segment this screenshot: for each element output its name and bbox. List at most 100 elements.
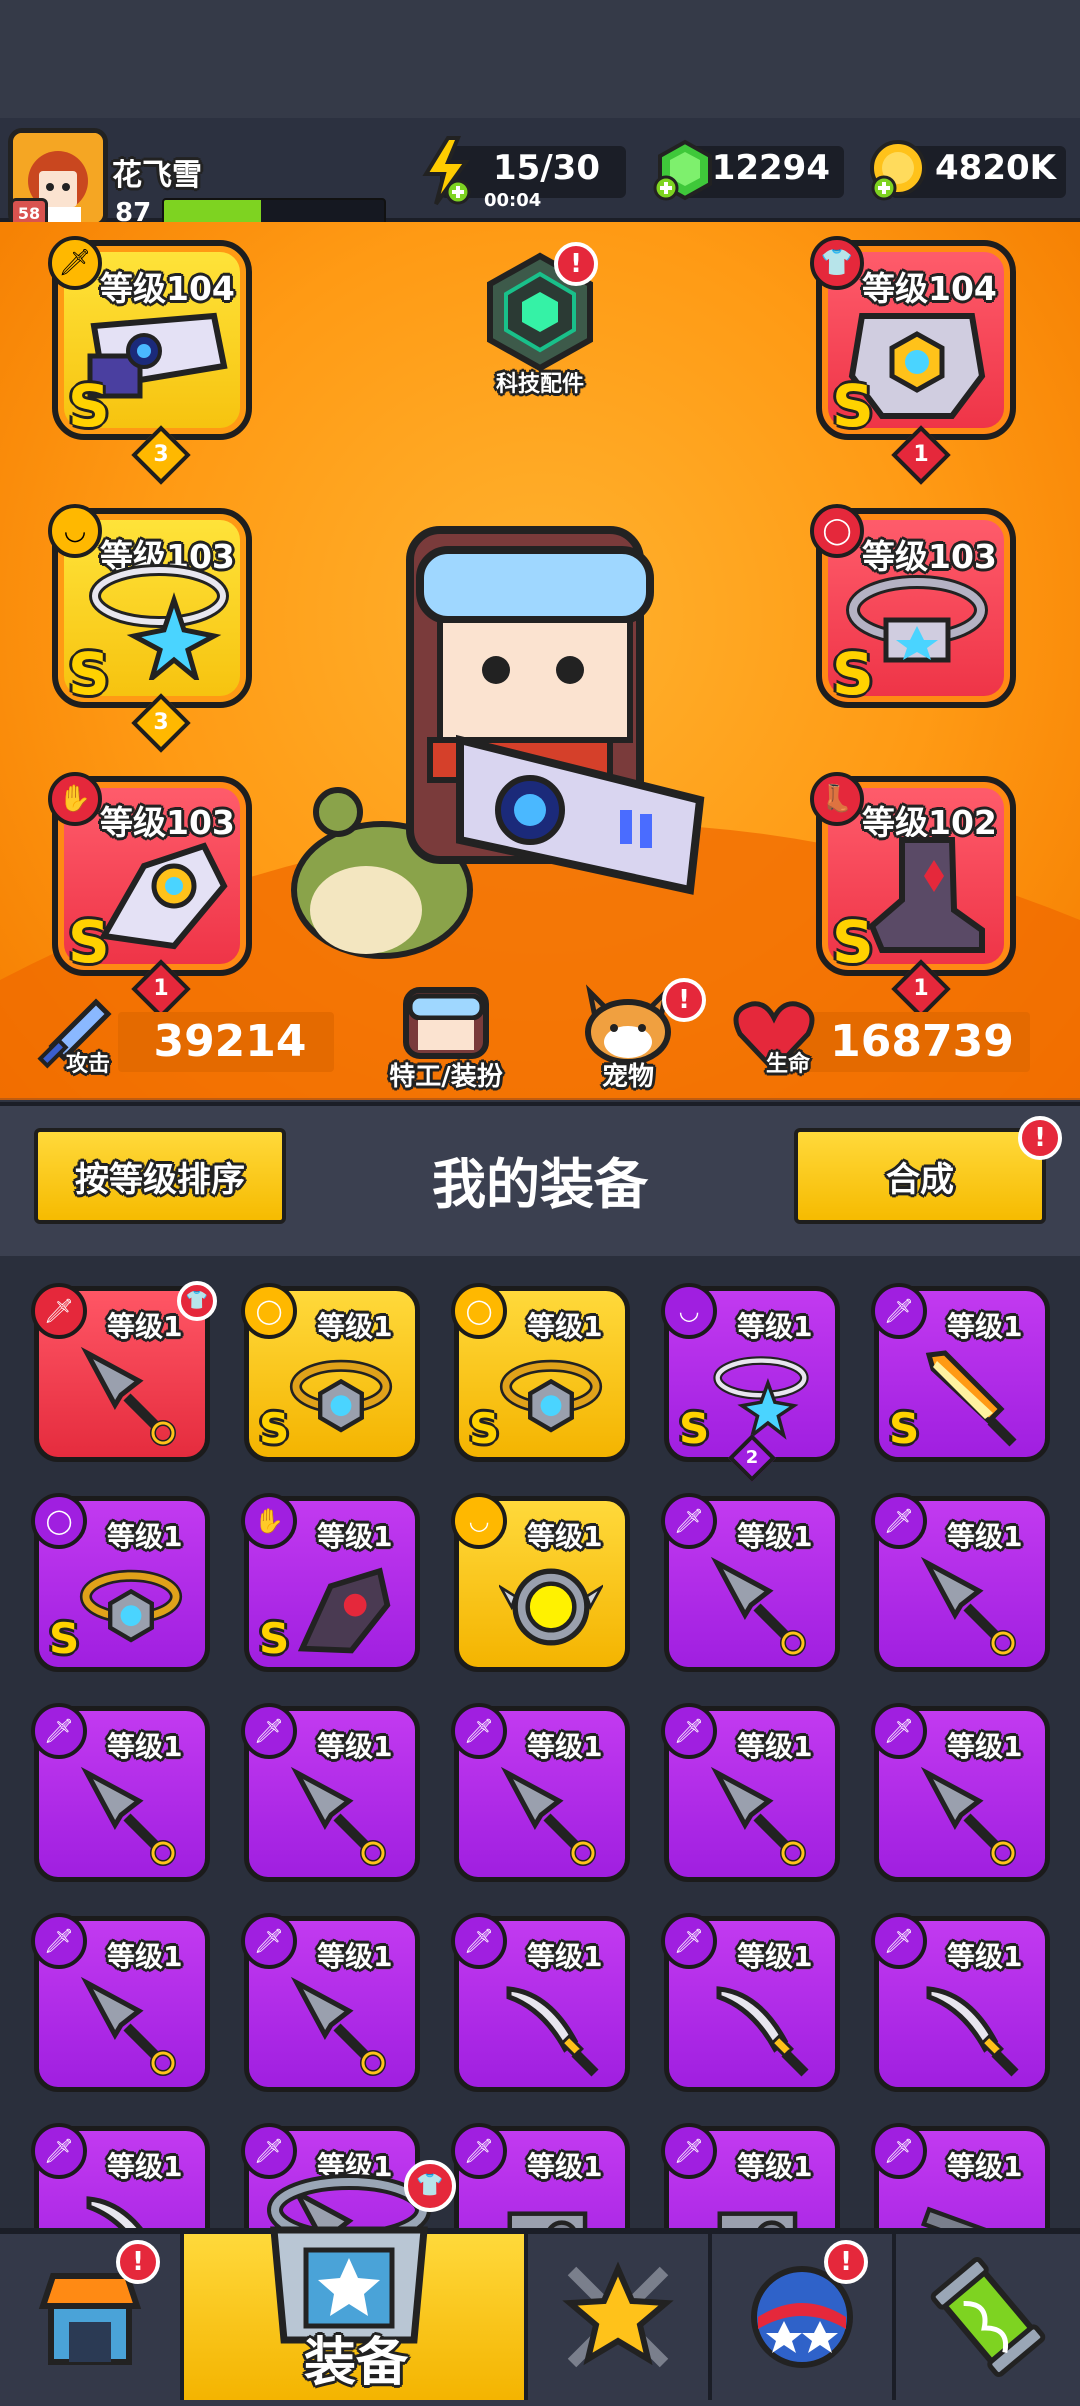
item-level: 等级1 xyxy=(947,2150,1023,2183)
inventory-item[interactable]: ◯ 等级1 S xyxy=(451,1283,630,1462)
inventory-item[interactable]: ✋ 等级1 S xyxy=(241,1493,420,1672)
tech-parts-label: 科技配件 xyxy=(495,372,584,397)
energy-timer: 00:04 xyxy=(484,190,542,211)
kunai-icon xyxy=(289,1765,393,1869)
item-level: 等级1 xyxy=(527,1730,603,1763)
boots-grade: S xyxy=(832,908,874,976)
shop-alert-badge: ! xyxy=(116,2240,160,2284)
nav-tab-battle[interactable] xyxy=(528,2234,712,2400)
inventory-item[interactable]: 🗡 等级1 xyxy=(241,1913,420,2092)
katana-icon xyxy=(499,1975,603,2079)
revolver-type-icon: 🗡 xyxy=(451,2123,507,2179)
merge-button[interactable]: 合成 xyxy=(794,1128,1046,1224)
necklace-grade: S xyxy=(68,640,110,708)
agent-outfit-icon[interactable] xyxy=(396,980,496,1060)
belt-grade: S xyxy=(832,640,874,708)
item-level: 等级1 xyxy=(317,1730,393,1763)
gem-value: 12294 xyxy=(711,148,830,188)
battle-star-icon xyxy=(562,2261,674,2368)
item-level: 等级1 xyxy=(737,1940,813,1973)
item-level: 等级1 xyxy=(107,1520,183,1553)
equipment-tab-badge: 👕 xyxy=(404,2160,456,2212)
inventory-item[interactable]: 🗡 等级1 xyxy=(871,1913,1050,2092)
glove-type-icon: ✋ xyxy=(241,1493,297,1549)
inventory-item[interactable]: 🗡 等级1 xyxy=(871,1493,1050,1672)
kunai-type-icon: 🗡 xyxy=(241,1703,297,1759)
belt-type-icon: ◯ xyxy=(31,1493,87,1549)
kunai-type-icon: 🗡 xyxy=(241,1913,297,1969)
inventory-item[interactable]: ◡ 等级1 xyxy=(451,1493,630,1672)
item-level: 等级1 xyxy=(947,1520,1023,1553)
equipment-tab-label: 装备 xyxy=(303,2333,408,2393)
inventory-item[interactable]: 🗡 等级1 S xyxy=(871,1283,1050,1462)
kunai-type-icon: 🗡 xyxy=(871,1493,927,1549)
ring-type-icon: ◡ xyxy=(451,1493,507,1549)
attack-label: 攻击 xyxy=(66,1052,111,1077)
tech-parts-alert-badge: ! xyxy=(554,242,598,286)
item-level: 等级1 xyxy=(737,1310,813,1343)
agent-outfit-label[interactable]: 特工/装扮 xyxy=(366,1056,526,1093)
kunai-icon xyxy=(79,1765,183,1869)
kunai-icon xyxy=(919,1555,1023,1659)
belt-icon xyxy=(499,1345,603,1449)
necklace-icon xyxy=(709,1345,813,1449)
kunai-type-icon: 🗡 xyxy=(871,1703,927,1759)
revolver-icon xyxy=(709,2185,813,2228)
inventory-item[interactable]: 🗡 等级1 xyxy=(31,1913,210,2092)
inventory-item[interactable]: 🗡 等级1 👕 xyxy=(31,1281,217,1462)
inventory-item[interactable]: ◡ 等级1 S 2 xyxy=(661,1283,840,1483)
lab-icon xyxy=(930,2257,1046,2377)
inventory-item[interactable]: ◯ 等级1 S xyxy=(241,1283,420,1462)
inventory-item[interactable]: 🗡 等级1 xyxy=(451,1703,630,1882)
inventory-item[interactable]: 🗡 等级1 xyxy=(31,1703,210,1882)
item-level: 等级1 xyxy=(317,1310,393,1343)
hero-character[interactable] xyxy=(270,510,730,980)
inventory-item[interactable]: 🗡 等级1 xyxy=(661,1703,840,1882)
item-level: 等级1 xyxy=(947,1310,1023,1343)
pet-label[interactable]: 宠物 xyxy=(558,1056,698,1093)
nav-tab-lab[interactable] xyxy=(896,2234,1080,2400)
necklace-type-icon: ◡ xyxy=(661,1283,717,1339)
energy-bolt-icon[interactable] xyxy=(418,136,474,210)
item-level: 等级1 xyxy=(107,1940,183,1973)
inventory-item[interactable]: ◯ 等级1 S xyxy=(31,1493,210,1672)
item-level: 等级1 xyxy=(107,1310,183,1343)
sword-icon xyxy=(919,1345,1023,1449)
inventory-item[interactable]: 🗡 等级1 xyxy=(451,2123,630,2228)
belt-icon xyxy=(79,1555,183,1659)
kunai-icon xyxy=(709,1555,813,1659)
inventory-grid: 🗡 等级1 👕 ◯ 等级1 S ◯ 等级1 S ◡ 等级1 S 2 🗡 等级1 S ◯ 等级1 S ✋ 等级1 S ◡ 等级1… xyxy=(0,1256,1080,2228)
item-level: 等级1 xyxy=(947,1940,1023,1973)
item-level: 等级1 xyxy=(947,1730,1023,1763)
inventory-item[interactable]: 🗡 等级1 xyxy=(31,2123,210,2228)
inventory-item[interactable]: 🗡 等级1 xyxy=(871,1703,1050,1882)
belt-type-icon: ◯ xyxy=(810,504,864,558)
kunai-type-icon: 🗡 xyxy=(661,1493,717,1549)
kunai-icon xyxy=(919,1765,1023,1869)
inventory-item[interactable]: 🗡 等级1 xyxy=(241,1703,420,1882)
shotgun-icon xyxy=(919,2185,1023,2228)
shotgun-type-icon: 🗡 xyxy=(871,2123,927,2179)
inventory-item[interactable]: 🗡 等级1 xyxy=(661,2123,840,2228)
kunai-icon xyxy=(289,1975,393,2079)
ring-icon xyxy=(499,1555,603,1659)
kunai-type-icon: 🗡 xyxy=(31,1283,87,1339)
belt-type-icon: ◯ xyxy=(241,1283,297,1339)
inventory-item[interactable]: 🗡 等级1 xyxy=(451,1913,630,2092)
boots-type-icon: 👢 xyxy=(810,772,864,826)
glove-icon xyxy=(289,1555,393,1659)
nav-tab-gacha[interactable] xyxy=(712,2234,896,2400)
katana-type-icon: 🗡 xyxy=(31,2123,87,2179)
item-level: 等级1 xyxy=(317,1940,393,1973)
armor-grade: S xyxy=(832,372,874,440)
status-bar xyxy=(0,0,1080,118)
inventory-item[interactable]: 🗡 等级1 xyxy=(871,2123,1050,2228)
inventory-item[interactable]: 🗡 等级1 xyxy=(661,1493,840,1672)
item-grade: S xyxy=(259,1404,290,1453)
inventory-item[interactable]: 🗡 等级1 xyxy=(661,1913,840,2092)
belt-type-icon: ◯ xyxy=(451,1283,507,1339)
belt-icon xyxy=(289,1345,393,1449)
glove-grade: S xyxy=(68,908,110,976)
revolver-icon xyxy=(499,2185,603,2228)
revolver-type-icon: 🗡 xyxy=(661,2123,717,2179)
